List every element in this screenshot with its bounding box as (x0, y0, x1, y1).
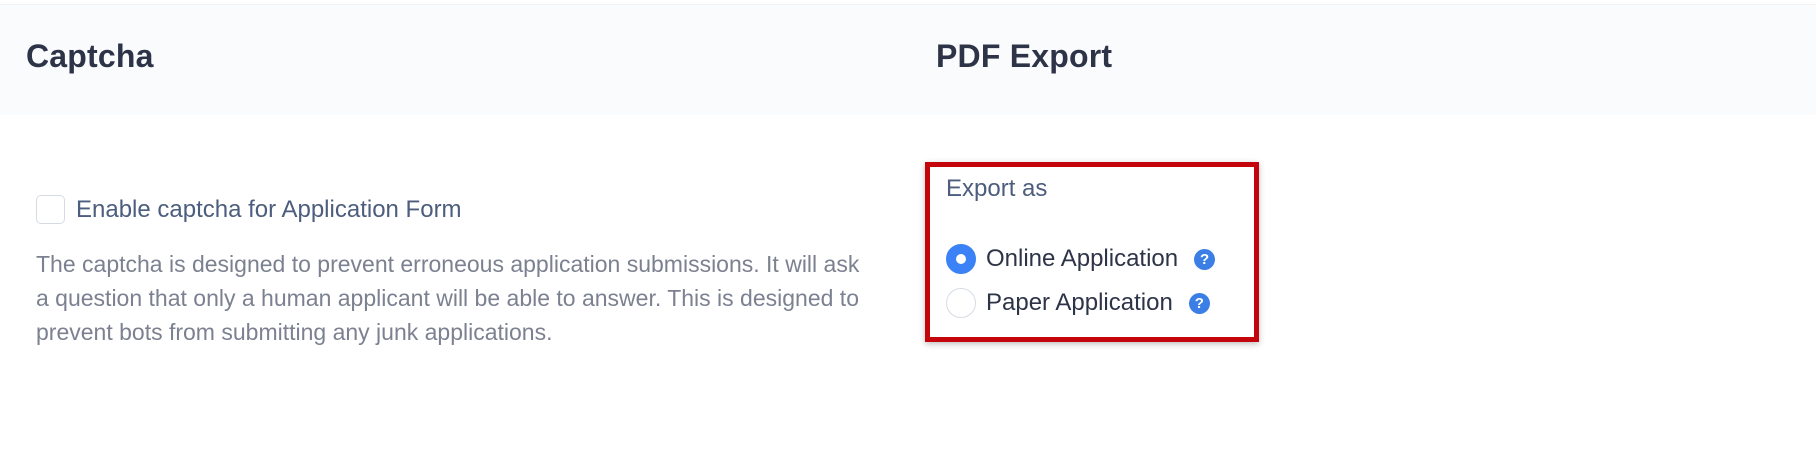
paper-application-option[interactable]: Paper Application ? (946, 288, 1210, 318)
online-application-radio[interactable] (946, 244, 976, 274)
online-application-label[interactable]: Online Application (986, 245, 1178, 273)
pdf-export-section-title: PDF Export (936, 38, 1113, 74)
captcha-section-title: Captcha (26, 38, 154, 74)
enable-captcha-checkbox[interactable] (36, 195, 65, 224)
paper-application-radio[interactable] (946, 288, 976, 318)
online-application-option[interactable]: Online Application ? (946, 244, 1216, 274)
settings-page: Captcha PDF Export Enable captcha for Ap… (0, 0, 1816, 458)
radio-selected-dot (956, 254, 966, 264)
question-circle-icon[interactable]: ? (1194, 248, 1216, 270)
captcha-description: The captcha is designed to prevent erron… (36, 251, 860, 345)
enable-captcha-label[interactable]: Enable captcha for Application Form (76, 196, 462, 224)
paper-application-label[interactable]: Paper Application (986, 289, 1173, 317)
section-header-band (0, 4, 1816, 115)
question-circle-icon[interactable]: ? (1188, 292, 1210, 314)
export-as-label: Export as (946, 175, 1048, 202)
enable-captcha-row[interactable]: Enable captcha for Application Form (36, 195, 462, 224)
